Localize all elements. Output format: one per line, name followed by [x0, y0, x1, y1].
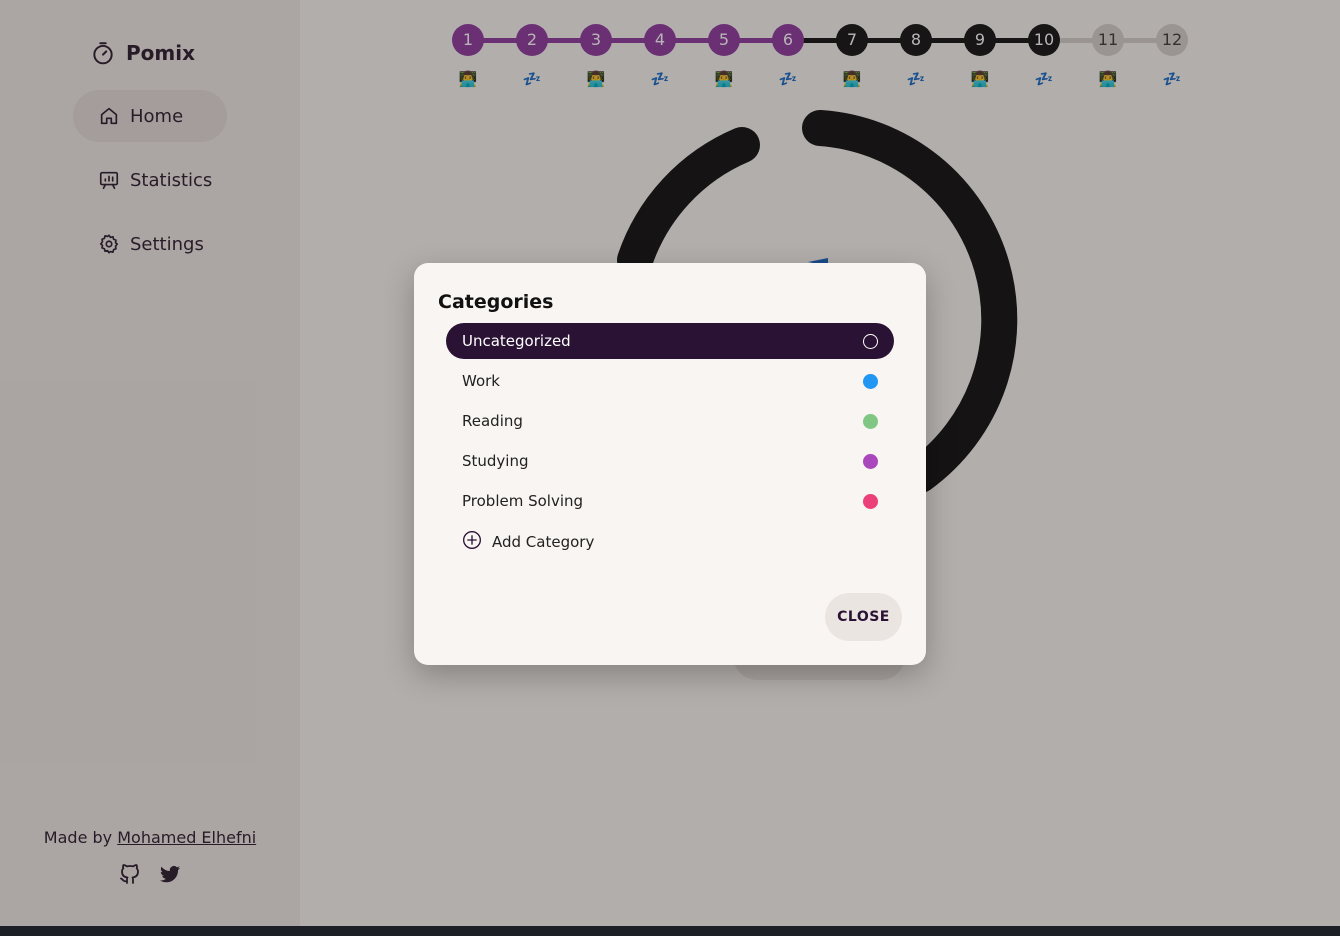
category-item-problem-solving[interactable]: Problem Solving: [446, 483, 894, 519]
category-label: Work: [462, 372, 500, 390]
category-item-reading[interactable]: Reading: [446, 403, 894, 439]
category-label: Uncategorized: [462, 332, 571, 350]
categories-modal: Categories Uncategorized Work Reading St…: [414, 263, 926, 665]
category-label: Studying: [462, 452, 529, 470]
category-item-work[interactable]: Work: [446, 363, 894, 399]
category-item-uncategorized[interactable]: Uncategorized: [446, 323, 894, 359]
modal-title: Categories: [438, 291, 554, 313]
category-label: Problem Solving: [462, 492, 584, 510]
category-color-dot: [863, 493, 878, 509]
category-color-dot: [863, 453, 878, 469]
app: Pomix Home Statistics Settings Made by M…: [0, 0, 1340, 926]
plus-circle-icon: [462, 530, 482, 554]
add-category-label: Add Category: [492, 533, 595, 551]
close-button[interactable]: CLOSE: [825, 593, 902, 641]
add-category-button[interactable]: Add Category: [462, 530, 594, 554]
category-color-dot: [863, 373, 878, 389]
category-color-dot: [863, 413, 878, 429]
category-label: Reading: [462, 412, 523, 430]
category-color-dot: [863, 333, 878, 349]
category-item-studying[interactable]: Studying: [446, 443, 894, 479]
